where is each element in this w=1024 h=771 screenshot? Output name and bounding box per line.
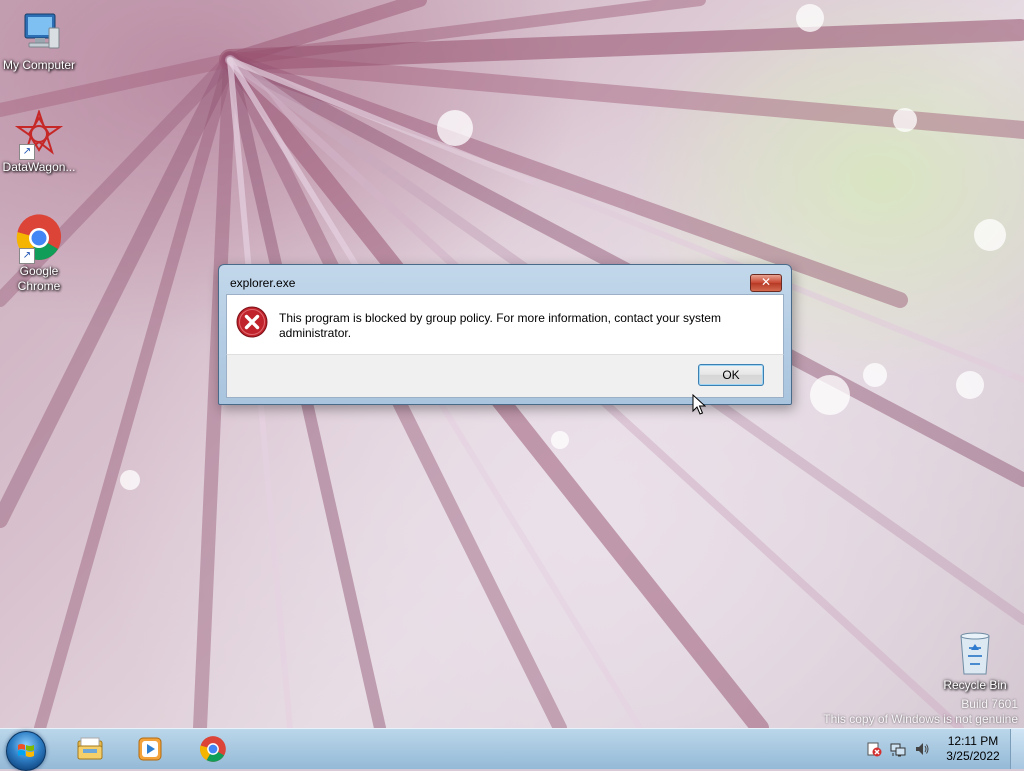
desktop-icon-label: Google (19, 264, 59, 278)
action-center-icon[interactable] (866, 741, 882, 757)
chrome-icon: ↗ (15, 214, 63, 264)
folder-icon (77, 737, 103, 760)
windows-logo-icon (18, 744, 34, 757)
dialog-title: explorer.exe (230, 276, 296, 290)
close-icon: ✕ (760, 275, 772, 289)
build-watermark: Build 7601 (961, 697, 1018, 711)
dialog-titlebar[interactable]: explorer.exe ✕ (219, 265, 791, 295)
taskbar-google-chrome[interactable] (186, 731, 238, 767)
clock-time: 12:11 PM (947, 734, 999, 748)
desktop-icon-label: DataWagon... (2, 160, 76, 174)
desktop-icon-datawagon[interactable]: ↗ DataWagon... (1, 108, 77, 175)
recycle-bin-icon (955, 628, 995, 676)
desktop-icon-my-computer[interactable]: My Computer (1, 8, 77, 73)
media-player-icon (138, 737, 162, 761)
volume-icon[interactable] (914, 741, 930, 757)
shortcut-arrow-icon: ↗ (19, 248, 35, 264)
genuine-watermark: This copy of Windows is not genuine (823, 712, 1018, 726)
desktop-icon-google-chrome[interactable]: ↗ Google Chrome (1, 214, 77, 294)
error-dialog: explorer.exe ✕ This program is blocked b… (218, 264, 792, 405)
desktop-icon-label: Recycle Bin (943, 678, 1007, 692)
system-clock[interactable]: 12:11 PM 3/25/2022 (940, 734, 1006, 764)
shortcut-arrow-icon: ↗ (19, 144, 35, 160)
taskbar-windows-media-player[interactable] (123, 731, 175, 767)
dialog-message-line: This program is blocked by group policy.… (279, 311, 721, 325)
close-button[interactable]: ✕ (750, 274, 782, 292)
computer-icon (15, 8, 63, 56)
dialog-message: This program is blocked by group policy.… (279, 311, 759, 341)
ok-button[interactable]: OK (698, 364, 764, 386)
chrome-icon (200, 736, 226, 762)
dialog-footer: OK (226, 354, 784, 398)
desktop-icon-label: Chrome (17, 279, 61, 293)
clock-date: 3/25/2022 (946, 749, 1000, 763)
dialog-message-line: administrator. (279, 326, 352, 340)
error-icon (236, 306, 268, 338)
dialog-body: This program is blocked by group policy.… (226, 294, 784, 354)
start-button[interactable] (6, 731, 46, 771)
network-icon[interactable] (890, 741, 906, 757)
taskbar-windows-explorer[interactable] (63, 731, 115, 767)
mouse-pointer-icon (692, 394, 706, 415)
datawagon-star-icon: ↗ (14, 108, 64, 160)
show-desktop-button[interactable] (1010, 729, 1024, 769)
taskbar: 12:11 PM 3/25/2022 (0, 728, 1024, 771)
desktop-icon-recycle-bin[interactable]: Recycle Bin (937, 628, 1013, 693)
desktop-icon-label: My Computer (2, 58, 76, 72)
